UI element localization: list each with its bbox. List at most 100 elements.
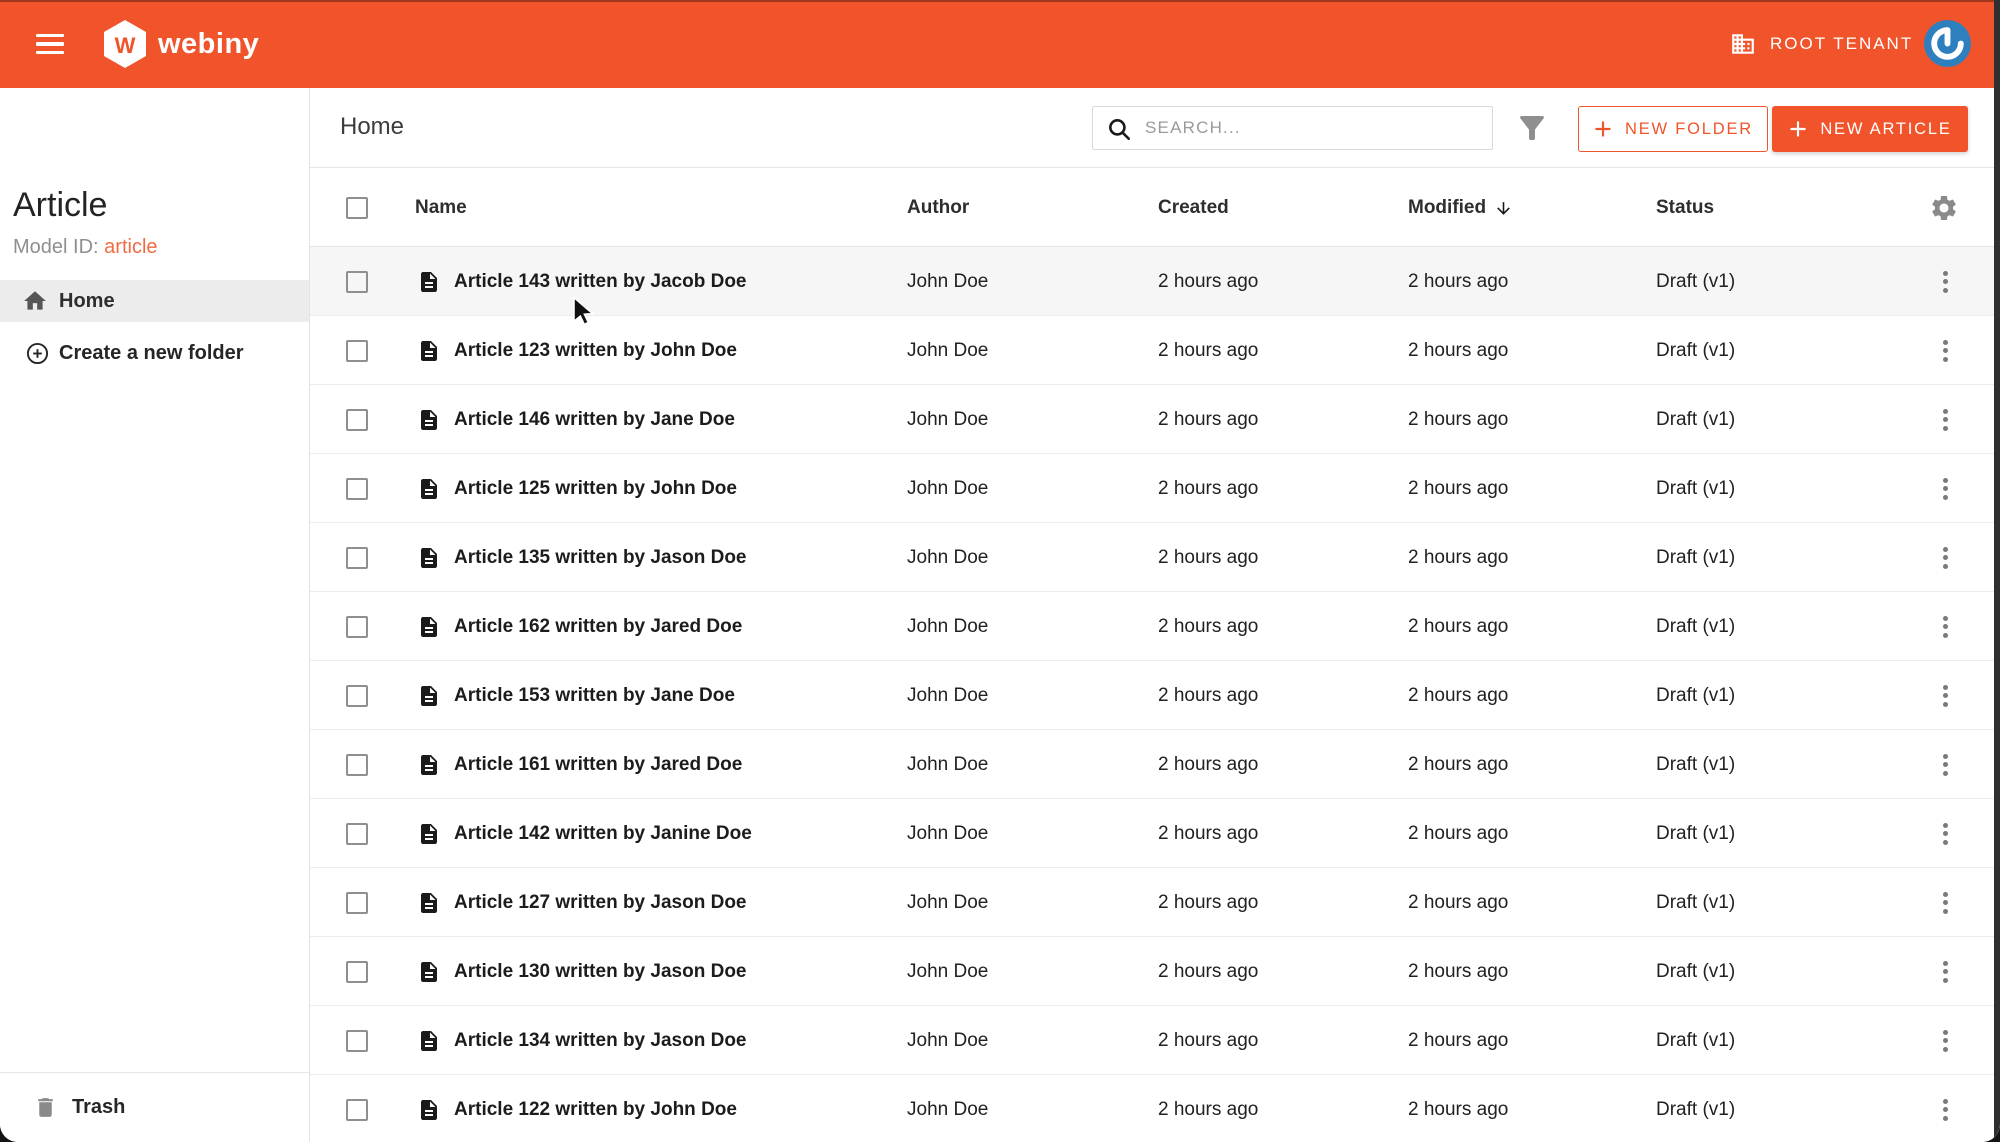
row-checkbox[interactable]	[346, 891, 368, 914]
row-checkbox[interactable]	[346, 270, 368, 293]
article-name[interactable]: Article 162 written by Jared Doe	[454, 592, 742, 661]
article-created: 2 hours ago	[1158, 1098, 1259, 1120]
row-actions-button[interactable]	[1930, 523, 1960, 592]
create-folder-label: Create a new folder	[59, 341, 244, 364]
article-modified: 2 hours ago	[1408, 684, 1509, 706]
top-app-bar: W webiny ROOT TENANT	[0, 0, 2000, 88]
table-settings-button[interactable]	[1924, 169, 1964, 247]
row-actions-button[interactable]	[1930, 937, 1960, 1006]
menu-icon[interactable]	[36, 29, 66, 59]
column-header-modified[interactable]: Modified	[1408, 169, 1513, 247]
article-status: Draft (v1)	[1656, 891, 1736, 913]
row-checkbox[interactable]	[346, 339, 368, 362]
kebab-menu-icon	[1937, 955, 1954, 989]
table-row[interactable]: Article 130 written by Jason Doe John Do…	[310, 937, 2000, 1006]
column-header-created[interactable]: Created	[1158, 169, 1229, 247]
row-actions-button[interactable]	[1930, 385, 1960, 454]
article-name[interactable]: Article 130 written by Jason Doe	[454, 937, 747, 1006]
row-actions-button[interactable]	[1930, 799, 1960, 868]
table-row[interactable]: Article 142 written by Janine Doe John D…	[310, 799, 2000, 868]
row-actions-button[interactable]	[1930, 592, 1960, 661]
row-checkbox[interactable]	[346, 960, 368, 983]
row-actions-button[interactable]	[1930, 1006, 1960, 1075]
article-name[interactable]: Article 153 written by Jane Doe	[454, 661, 735, 730]
article-status: Draft (v1)	[1656, 753, 1736, 775]
table-row[interactable]: Article 146 written by Jane Doe John Doe…	[310, 385, 2000, 454]
row-checkbox[interactable]	[346, 615, 368, 638]
entries-table: Name Author Created Modified Status Arti…	[310, 169, 2000, 1142]
row-actions-button[interactable]	[1930, 247, 1960, 316]
table-row[interactable]: Article 135 written by Jason Doe John Do…	[310, 523, 2000, 592]
column-header-name[interactable]: Name	[415, 169, 467, 247]
article-name[interactable]: Article 127 written by Jason Doe	[454, 868, 747, 937]
article-name[interactable]: Article 125 written by John Doe	[454, 454, 737, 523]
sidebar-item-trash[interactable]: Trash	[0, 1072, 309, 1142]
filter-icon[interactable]	[1514, 110, 1550, 146]
row-checkbox[interactable]	[346, 822, 368, 845]
article-name[interactable]: Article 134 written by Jason Doe	[454, 1006, 747, 1075]
article-name[interactable]: Article 161 written by Jared Doe	[454, 730, 742, 799]
table-row[interactable]: Article 161 written by Jared Doe John Do…	[310, 730, 2000, 799]
row-actions-button[interactable]	[1930, 1075, 1960, 1142]
kebab-menu-icon	[1937, 679, 1954, 713]
new-folder-button[interactable]: NEW FOLDER	[1578, 106, 1768, 152]
new-article-button[interactable]: NEW ARTICLE	[1772, 106, 1968, 152]
article-name[interactable]: Article 146 written by Jane Doe	[454, 385, 735, 454]
article-modified: 2 hours ago	[1408, 753, 1509, 775]
article-name[interactable]: Article 135 written by Jason Doe	[454, 523, 747, 592]
table-row[interactable]: Article 122 written by John Doe John Doe…	[310, 1075, 2000, 1142]
tenant-selector[interactable]: ROOT TENANT	[1730, 0, 1913, 88]
table-row[interactable]: Article 162 written by Jared Doe John Do…	[310, 592, 2000, 661]
table-row[interactable]: Article 134 written by Jason Doe John Do…	[310, 1006, 2000, 1075]
article-author: John Doe	[907, 1029, 989, 1051]
article-name[interactable]: Article 123 written by John Doe	[454, 316, 737, 385]
content-header: Home NEW FOLDER NEW ARTICLE	[310, 88, 2000, 168]
table-row[interactable]: Article 125 written by John Doe John Doe…	[310, 454, 2000, 523]
table-row[interactable]: Article 127 written by Jason Doe John Do…	[310, 868, 2000, 937]
model-id-value: article	[104, 236, 158, 258]
row-actions-button[interactable]	[1930, 868, 1960, 937]
row-checkbox[interactable]	[346, 1029, 368, 1052]
table-body: Article 143 written by Jacob Doe John Do…	[310, 247, 2000, 1142]
row-actions-button[interactable]	[1930, 661, 1960, 730]
article-author: John Doe	[907, 408, 989, 430]
row-checkbox[interactable]	[346, 477, 368, 500]
article-status: Draft (v1)	[1656, 1029, 1736, 1051]
select-all-checkbox[interactable]	[346, 197, 368, 219]
row-actions-button[interactable]	[1930, 316, 1960, 385]
document-icon	[421, 892, 437, 913]
row-checkbox[interactable]	[346, 408, 368, 431]
article-modified: 2 hours ago	[1408, 477, 1509, 499]
article-name[interactable]: Article 143 written by Jacob Doe	[454, 247, 747, 316]
document-icon	[421, 271, 437, 292]
row-actions-button[interactable]	[1930, 454, 1960, 523]
document-icon	[421, 961, 437, 982]
search-input[interactable]	[1145, 107, 1485, 149]
sidebar-item-home[interactable]: Home	[0, 280, 309, 322]
window-scrollbar[interactable]	[1994, 0, 2000, 1142]
article-status: Draft (v1)	[1656, 684, 1736, 706]
article-created: 2 hours ago	[1158, 684, 1259, 706]
create-new-folder-button[interactable]: Create a new folder	[0, 332, 309, 374]
column-header-status[interactable]: Status	[1656, 169, 1714, 247]
row-checkbox[interactable]	[346, 1098, 368, 1121]
table-row[interactable]: Article 143 written by Jacob Doe John Do…	[310, 247, 2000, 316]
table-row[interactable]: Article 123 written by John Doe John Doe…	[310, 316, 2000, 385]
article-modified: 2 hours ago	[1408, 1029, 1509, 1051]
row-checkbox[interactable]	[346, 753, 368, 776]
row-checkbox[interactable]	[346, 546, 368, 569]
article-author: John Doe	[907, 339, 989, 361]
column-header-author[interactable]: Author	[907, 169, 969, 247]
article-name[interactable]: Article 122 written by John Doe	[454, 1075, 737, 1142]
model-id: Model ID: article	[13, 236, 158, 259]
article-modified: 2 hours ago	[1408, 822, 1509, 844]
user-avatar[interactable]	[1924, 20, 1971, 67]
row-checkbox[interactable]	[346, 684, 368, 707]
webiny-logo-icon: W	[104, 20, 146, 68]
document-icon	[421, 340, 437, 361]
row-actions-button[interactable]	[1930, 730, 1960, 799]
article-name[interactable]: Article 142 written by Janine Doe	[454, 799, 752, 868]
svg-text:W: W	[115, 33, 136, 58]
search-icon	[1109, 119, 1131, 141]
table-row[interactable]: Article 153 written by Jane Doe John Doe…	[310, 661, 2000, 730]
